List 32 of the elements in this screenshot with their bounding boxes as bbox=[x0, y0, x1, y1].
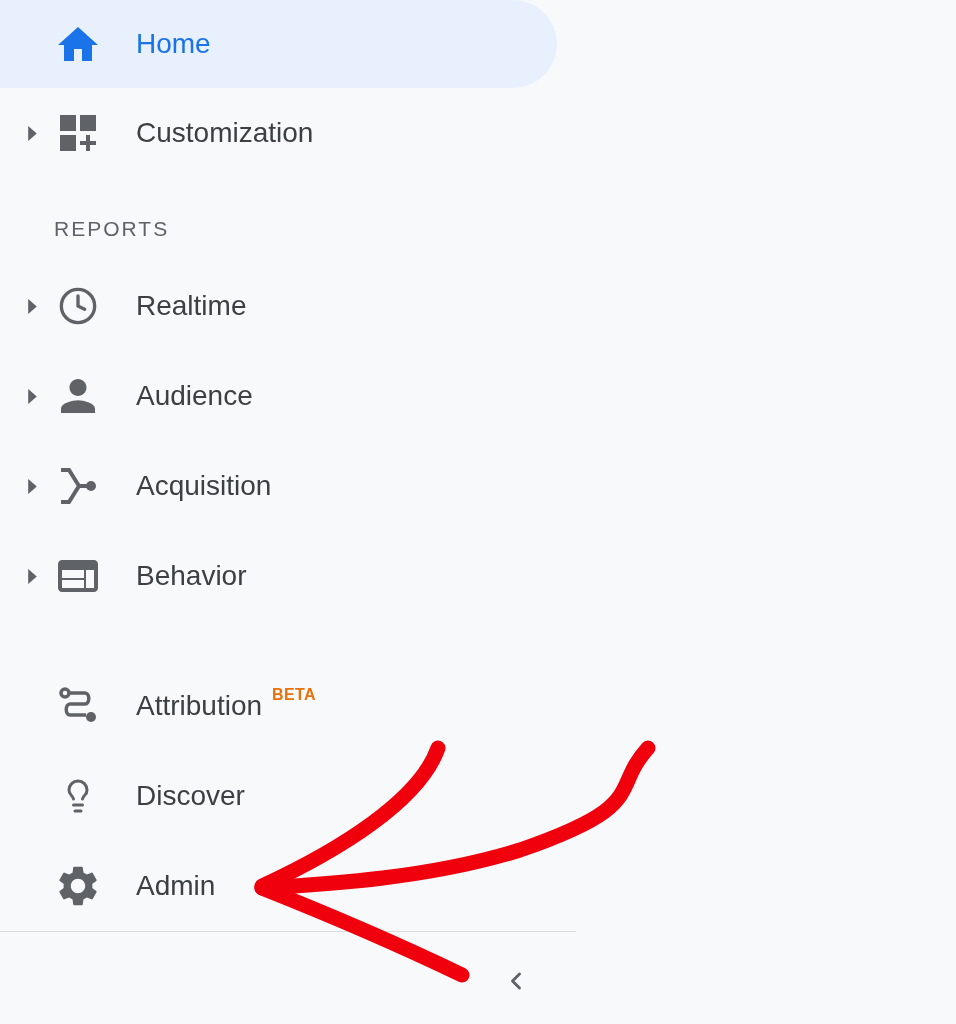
caret-icon[interactable] bbox=[27, 125, 37, 141]
home-icon bbox=[58, 27, 98, 61]
merge-icon bbox=[59, 468, 97, 504]
section-heading: REPORTS bbox=[54, 215, 170, 242]
person-icon bbox=[61, 379, 95, 413]
nav-item[interactable]: Realtime bbox=[0, 261, 557, 351]
nav-item[interactable]: Customization bbox=[0, 88, 557, 178]
caret-icon[interactable] bbox=[27, 478, 37, 494]
nav-label: Audience bbox=[136, 382, 253, 410]
nav-item[interactable]: Acquisition bbox=[0, 441, 557, 531]
nav-item[interactable]: Behavior bbox=[0, 531, 557, 621]
nav-label: Discover bbox=[136, 782, 245, 810]
nav-label: Attribution bbox=[136, 692, 263, 720]
caret-icon[interactable] bbox=[27, 298, 37, 314]
beta-label: BETA bbox=[272, 685, 317, 705]
nav-label: Customization bbox=[136, 119, 314, 147]
nav-label: Home bbox=[136, 30, 211, 58]
nav-label: Acquisition bbox=[136, 472, 272, 500]
dashboard-icon bbox=[60, 115, 96, 151]
nav-label: Admin bbox=[136, 872, 216, 900]
nav-label: Realtime bbox=[136, 292, 247, 320]
clock-icon bbox=[58, 286, 98, 326]
nav-item[interactable]: Audience bbox=[0, 351, 557, 441]
nav-item[interactable]: Home bbox=[0, 0, 557, 88]
nav-item[interactable]: Admin bbox=[0, 841, 557, 931]
nav-label: Behavior bbox=[136, 562, 247, 590]
caret-icon[interactable] bbox=[27, 388, 37, 404]
nav-item[interactable]: Attribution BETA bbox=[0, 661, 557, 751]
settings-icon bbox=[59, 866, 97, 906]
caret-icon[interactable] bbox=[27, 568, 37, 584]
nav-item[interactable]: Discover bbox=[0, 751, 557, 841]
window-layout-icon bbox=[58, 560, 98, 592]
